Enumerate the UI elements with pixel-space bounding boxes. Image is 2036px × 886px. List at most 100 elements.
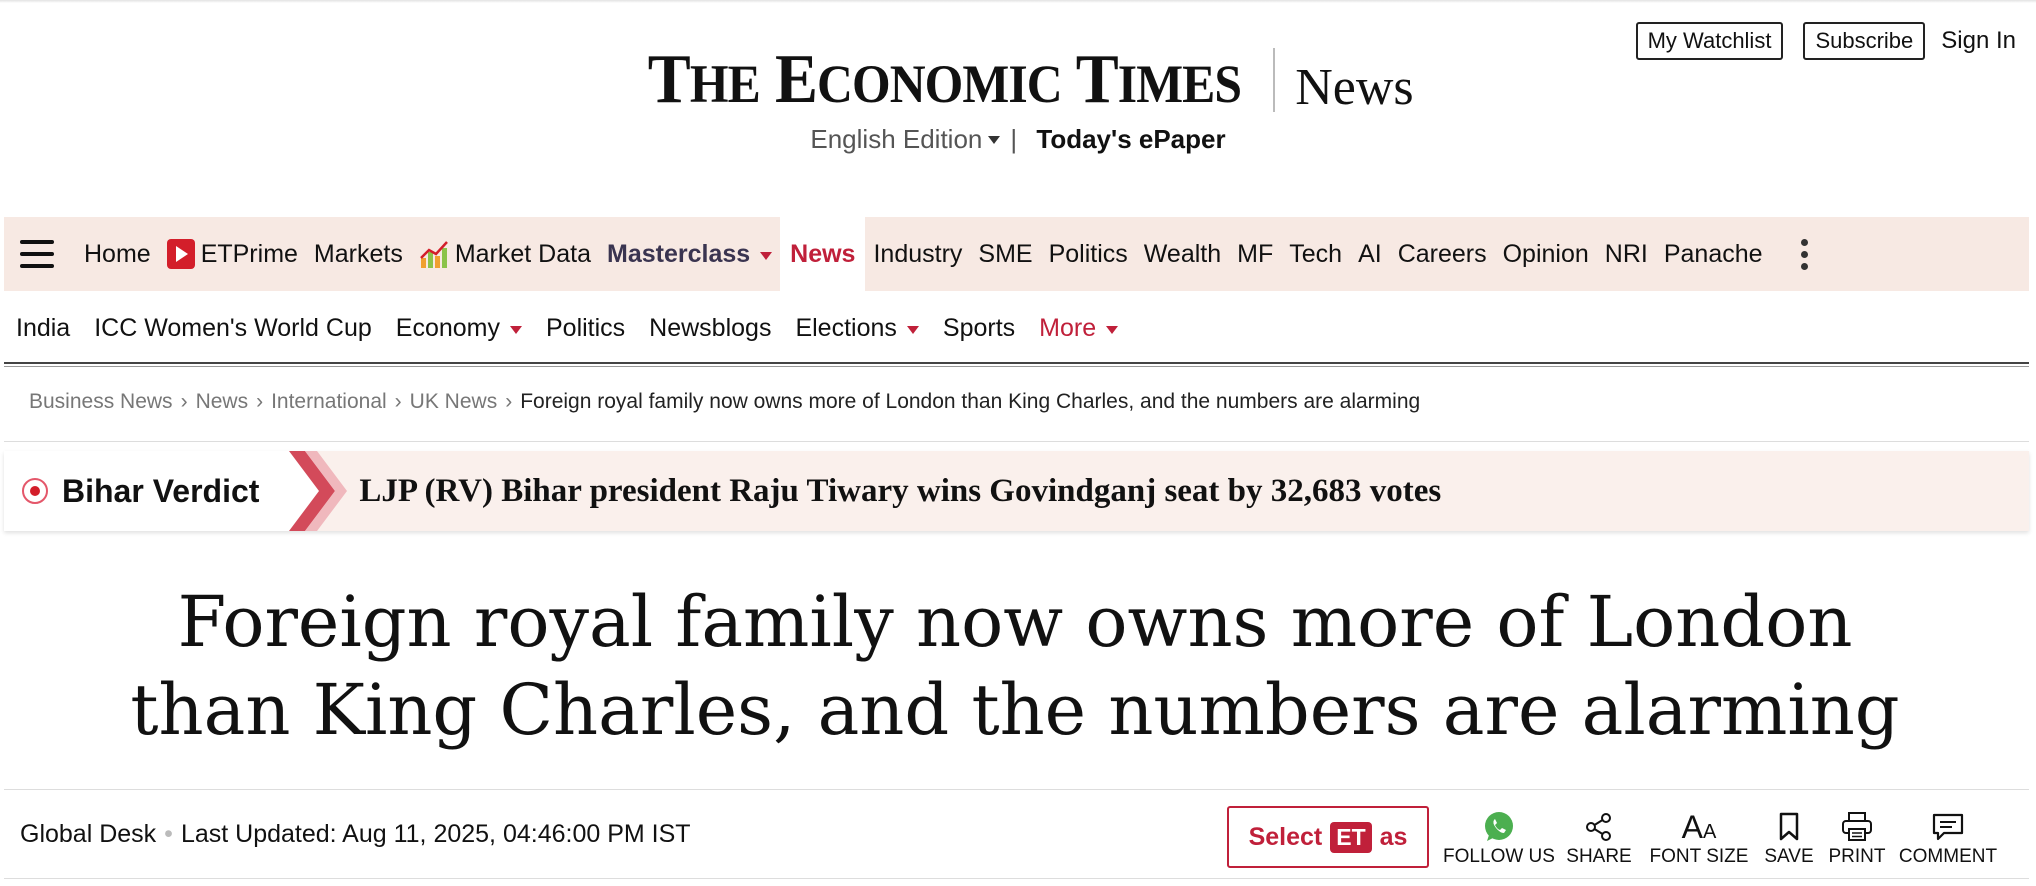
select-suffix: as (1379, 822, 1408, 851)
section-title[interactable]: News (1295, 58, 1413, 117)
share-button[interactable]: SHARE (1558, 806, 1640, 868)
subnav-divider-thin (4, 366, 2029, 367)
nav-careers[interactable]: Careers (1390, 217, 1495, 291)
site-logo[interactable]: THE ECONOMIC TIMES (648, 40, 1242, 120)
breadcrumb-separator: › (505, 390, 513, 413)
subnav-economy-label: Economy (395, 313, 500, 342)
breadcrumb-business-news[interactable]: Business News (29, 390, 173, 413)
nav-masterclass-label: Masterclass (607, 239, 751, 268)
chevron-right-icon (277, 451, 350, 531)
breadcrumb-current: Foreign royal family now owns more of Lo… (520, 390, 1421, 413)
byline: Global Desk • Last Updated: Aug 11, 2025, … (20, 820, 691, 849)
header-actions: My Watchlist Subscribe Sign In (1635, 22, 2016, 60)
nav-politics[interactable]: Politics (1041, 217, 1136, 291)
nav-wealth[interactable]: Wealth (1136, 217, 1229, 291)
chevron-down-icon (1106, 325, 1119, 334)
bookmark-icon (1778, 810, 1800, 844)
more-vertical-icon[interactable] (1800, 238, 1808, 270)
nav-opinion[interactable]: Opinion (1495, 217, 1597, 291)
main-nav: Home ETPrime Markets Market Data Masterc… (4, 217, 2029, 291)
comment-button[interactable]: COMMENT (1894, 806, 2002, 868)
save-label: SAVE (1764, 846, 1814, 867)
chevron-down-icon[interactable] (988, 135, 1001, 144)
nav-tech[interactable]: Tech (1281, 217, 1350, 291)
subnav-newsblogs[interactable]: Newsblogs (649, 314, 771, 343)
author[interactable]: Global Desk (20, 820, 156, 848)
article-tools: FOLLOW US SHARE AA FONT SIZE SAVE PRINT … (1440, 806, 2002, 868)
font-size-label: FONT SIZE (1649, 846, 1749, 867)
nav-home[interactable]: Home (76, 217, 159, 291)
select-prefix: Select (1248, 822, 1323, 851)
subnav-economy[interactable]: Economy (396, 314, 522, 343)
nav-mf[interactable]: MF (1229, 217, 1281, 291)
edition-row: English Edition | Today's ePaper (0, 124, 2036, 155)
comment-label: COMMENT (1898, 846, 1998, 867)
subnav-icc-womens-world-cup[interactable]: ICC Women's World Cup (94, 314, 372, 343)
article-headline: Foreign royal family now owns more of Lo… (130, 581, 1900, 751)
logo-divider (1273, 48, 1276, 112)
subnav-india[interactable]: India (16, 314, 70, 343)
nav-sme[interactable]: SME (970, 217, 1040, 291)
breadcrumb-news[interactable]: News (196, 390, 249, 413)
chevron-down-icon (760, 251, 773, 260)
subnav-sports[interactable]: Sports (943, 314, 1015, 343)
watchlist-button[interactable]: My Watchlist (1635, 22, 1784, 60)
nav-market-data-label: Market Data (454, 239, 591, 268)
banner-label: Bihar Verdict (62, 472, 260, 509)
nav-etprime[interactable]: ETPrime (159, 217, 306, 291)
subscribe-button[interactable]: Subscribe (1803, 22, 1926, 60)
save-button[interactable]: SAVE (1758, 806, 1820, 868)
breadcrumb: Business News › News › International › UK News… (29, 390, 1420, 414)
banner-headline[interactable]: LJP (RV) Bihar president Raju Tiwary win… (359, 473, 1441, 510)
subnav-divider (4, 362, 2029, 364)
byline-dot: • (164, 820, 173, 848)
nav-panache[interactable]: Panache (1656, 217, 1771, 291)
follow-us-label: FOLLOW US (1443, 846, 1555, 867)
hamburger-menu-icon[interactable] (20, 240, 54, 268)
nav-etprime-label: ETPrime (200, 239, 298, 268)
sign-in-link[interactable]: Sign In (1941, 27, 2016, 55)
nav-news[interactable]: News (780, 217, 866, 291)
nav-ai[interactable]: AI (1350, 217, 1390, 291)
nav-masterclass[interactable]: Masterclass (599, 217, 780, 291)
comment-icon (1931, 810, 1965, 844)
breadcrumb-divider (4, 441, 2029, 442)
top-shadow (0, 0, 2036, 3)
subnav-elections[interactable]: Elections (795, 313, 919, 343)
font-size-button[interactable]: AA FONT SIZE (1640, 806, 1758, 868)
live-indicator-icon (22, 478, 48, 504)
breadcrumb-separator: › (256, 390, 264, 413)
print-button[interactable]: PRINT (1820, 806, 1894, 868)
breadcrumb-separator: › (180, 390, 188, 413)
subnav-more[interactable]: More (1039, 313, 1119, 343)
chevron-down-icon (509, 325, 522, 334)
select-et-preferred-source-button[interactable]: Select ET as (1227, 806, 1429, 868)
whatsapp-icon (1482, 810, 1516, 844)
subnav-more-label: More (1039, 313, 1097, 342)
sub-nav: India ICC Women's World Cup Economy Poli… (4, 300, 1130, 356)
nav-nri[interactable]: NRI (1597, 217, 1656, 291)
chart-icon (419, 238, 451, 270)
epaper-link[interactable]: Today's ePaper (1036, 124, 1225, 154)
edition-separator: | (1010, 124, 1018, 154)
follow-us-button[interactable]: FOLLOW US (1440, 806, 1558, 868)
subnav-politics[interactable]: Politics (546, 314, 625, 343)
byline-divider (4, 878, 2029, 879)
breadcrumb-international[interactable]: International (271, 390, 387, 413)
banner-label-box: Bihar Verdict (4, 451, 280, 531)
live-banner[interactable]: Bihar Verdict LJP (RV) Bihar president R… (4, 451, 2029, 531)
nav-market-data[interactable]: Market Data (411, 217, 599, 291)
breadcrumb-uk-news[interactable]: UK News (410, 390, 498, 413)
edition-selector[interactable]: English Edition (810, 124, 982, 154)
font-size-icon: AA (1681, 809, 1717, 845)
et-badge: ET (1330, 821, 1372, 853)
breadcrumb-separator: › (394, 390, 402, 413)
share-icon (1584, 810, 1614, 844)
nav-markets[interactable]: Markets (306, 217, 411, 291)
etprime-icon (166, 239, 195, 269)
chevron-down-icon (906, 325, 919, 334)
subnav-elections-label: Elections (795, 313, 897, 342)
print-label: PRINT (1828, 846, 1886, 867)
headline-divider (4, 789, 2029, 790)
nav-industry[interactable]: Industry (865, 217, 970, 291)
